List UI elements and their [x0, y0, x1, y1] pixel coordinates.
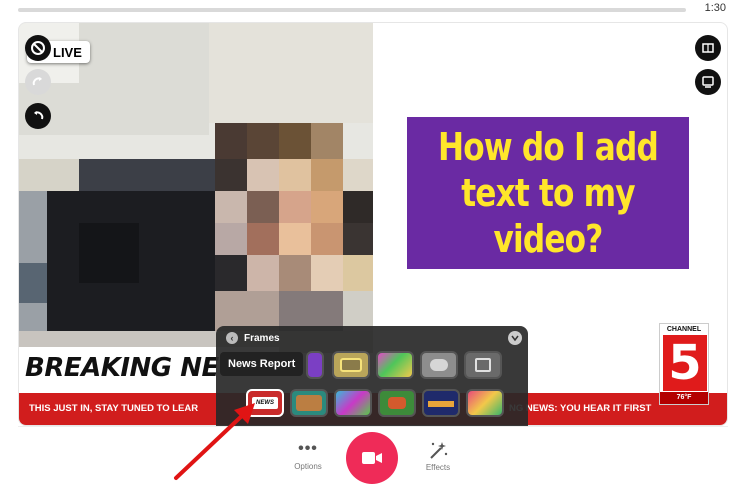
book-icon — [702, 43, 714, 53]
channel-temperature: 76°F — [660, 392, 708, 404]
frame-thumb-confetti[interactable] — [376, 351, 414, 379]
no-sign-icon — [31, 41, 45, 55]
toolbar-divider — [18, 426, 728, 427]
redo-button[interactable] — [25, 69, 51, 95]
options-button[interactable]: ••• Options — [288, 440, 328, 482]
frame-tooltip: News Report — [220, 352, 304, 376]
breaking-news-text: BREAKING NE — [25, 353, 219, 383]
chevron-left-icon: ‹ — [230, 333, 234, 343]
screen-record-button[interactable] — [695, 69, 721, 95]
frames-collapse-button[interactable] — [508, 331, 522, 345]
recording-app: 1:30 LIVE How do I add text to my video?… — [0, 0, 734, 495]
frames-title: Frames — [244, 332, 280, 344]
frame-thumb-colorful[interactable] — [334, 389, 372, 417]
frame-thumb-space[interactable] — [422, 389, 460, 417]
frame-thumb-flowers[interactable] — [290, 389, 328, 417]
recording-progress-bar — [18, 8, 686, 12]
effects-label: Effects — [425, 463, 451, 472]
recording-timer: 1:30 — [704, 2, 726, 14]
magic-wand-icon — [430, 442, 448, 459]
ticker-text-left: THIS JUST IN, STAY TUNED TO LEAR — [29, 403, 199, 414]
frame-thumb-news[interactable]: NEWS — [246, 389, 284, 417]
undo-icon — [34, 111, 44, 120]
frame-thumb-jungle[interactable] — [378, 389, 416, 417]
redo-icon — [32, 77, 42, 86]
frame-thumb-screen[interactable] — [464, 351, 502, 379]
frame-thumb-cloud[interactable] — [420, 351, 458, 379]
channel-label: CHANNEL — [666, 326, 702, 333]
channel-logo: CHANNEL 5 76°F — [659, 323, 709, 405]
text-sticker-card[interactable]: How do I add text to my video? — [407, 117, 689, 269]
live-badge-label: LIVE — [53, 44, 82, 60]
frames-panel: ‹ Frames NEWS News Report — [216, 326, 528, 426]
clear-button[interactable] — [25, 35, 51, 61]
frames-header: ‹ Frames — [226, 332, 280, 344]
frame-thumb-yellow[interactable] — [332, 351, 370, 379]
channel-number: 5 — [663, 335, 707, 391]
text-sticker-title: How do I add text to my video? — [438, 125, 659, 261]
options-label: Options — [294, 462, 322, 471]
frame-thumb-purple[interactable] — [306, 351, 324, 379]
record-button[interactable] — [346, 432, 398, 484]
undo-button[interactable] — [25, 103, 51, 129]
frames-back-button[interactable]: ‹ — [226, 332, 238, 344]
camera-feed — [19, 23, 373, 353]
screen-icon — [702, 76, 714, 88]
immersive-reader-button[interactable] — [695, 35, 721, 61]
news-frame-label: NEWS — [252, 397, 278, 409]
ticker-text-right: NG NEWS: YOU HEAR IT FIRST — [509, 403, 652, 414]
chevron-down-icon — [511, 335, 519, 342]
more-dots-icon: ••• — [298, 440, 318, 457]
effects-button[interactable]: Effects — [418, 440, 458, 482]
frame-thumb-party[interactable] — [466, 389, 504, 417]
video-camera-icon — [362, 452, 382, 464]
